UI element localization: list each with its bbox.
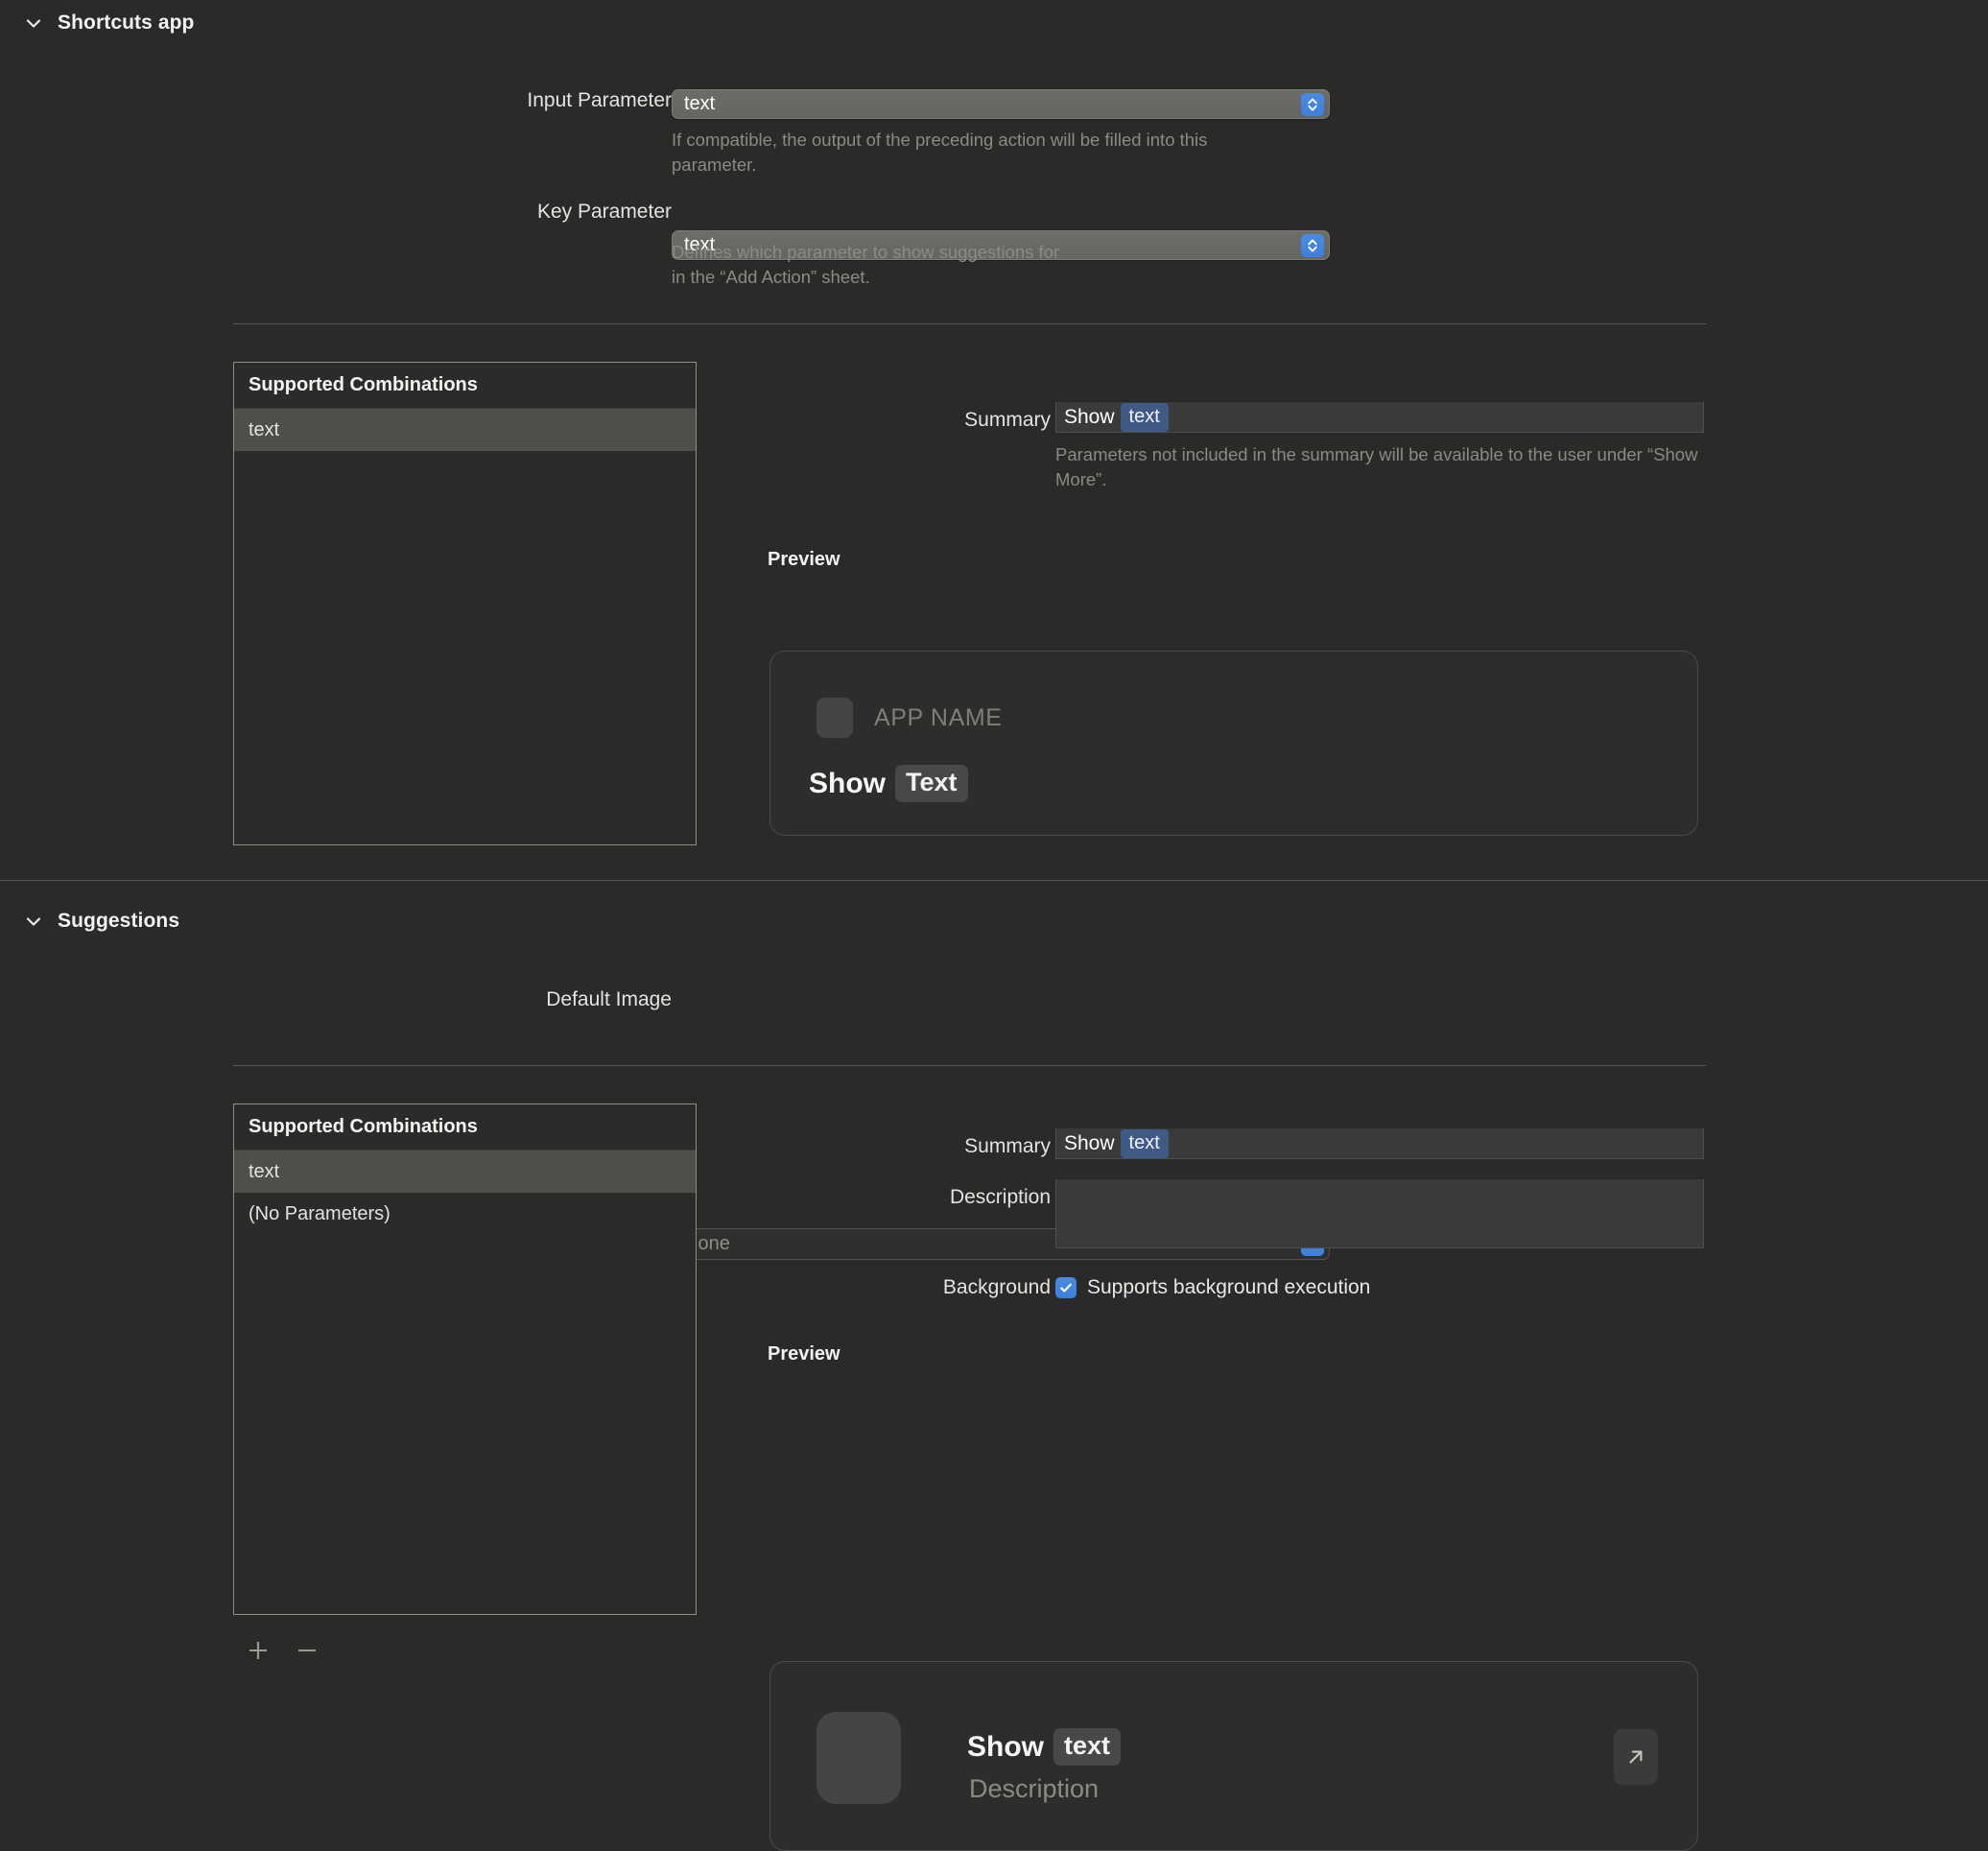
input-parameter-value: text [684,93,716,114]
summary-help-shortcuts: Parameters not included in the summary w… [1055,444,1698,489]
list-item[interactable]: text [234,1151,696,1193]
list-header: Supported Combinations [234,363,696,409]
preview-card-suggestions: Show text Description [769,1661,1698,1851]
preview-app-row: APP NAME [816,698,1003,738]
preview-action-token: text [1053,1728,1122,1766]
minus-icon[interactable] [295,1638,320,1663]
chevron-up-down-icon[interactable] [1301,92,1324,116]
summary-field-suggestions[interactable]: Show text [1055,1127,1704,1159]
chevron-down-icon[interactable] [23,911,44,932]
section-title: Shortcuts app [58,12,195,34]
divider-suggestions [233,1065,1706,1066]
key-parameter-help: Defines which parameter to show suggesti… [672,242,1060,287]
add-combination-button[interactable] [242,1634,274,1667]
summary-field-shortcuts[interactable]: Show text [1055,401,1704,433]
remove-combination-button[interactable] [291,1634,323,1667]
preview-card-shortcuts: APP NAME Show Text [769,651,1698,836]
section-header-suggestions[interactable]: Suggestions [23,910,179,933]
plus-icon[interactable] [246,1638,271,1663]
preview-action-token: Text [895,765,968,802]
arrow-up-right-icon [1629,1750,1643,1764]
app-icon-shape [816,1712,901,1804]
preview-title-suggestions: Preview [768,1343,840,1365]
preview-action-row: Show text [967,1728,1122,1766]
background-checkbox-row[interactable]: Supports background execution [1055,1276,1370,1299]
app-icon-placeholder [816,698,853,738]
description-field[interactable] [1055,1178,1704,1248]
list-item[interactable]: text [234,409,696,451]
checkmark-icon [1060,1283,1072,1293]
supported-combinations-list-shortcuts[interactable]: Supported Combinations text [233,362,697,845]
divider-shortcuts [233,323,1706,324]
default-image-label: Default Image [546,988,672,1010]
list-item[interactable]: (No Parameters) [234,1193,696,1235]
preview-app-name: APP NAME [874,703,1003,731]
section-title: Suggestions [58,910,180,932]
preview-action-prefix: Show [967,1730,1044,1763]
background-checkbox-label: Supports background execution [1087,1276,1371,1298]
summary-prefix: Show [1064,405,1115,428]
preview-description: Description [969,1774,1100,1803]
summary-prefix: Show [1064,1131,1115,1154]
key-parameter-label: Key Parameter [536,201,672,223]
input-parameter-help: If compatible, the output of the precedi… [672,130,1208,175]
list-header: Supported Combinations [234,1104,696,1151]
divider-sections [0,880,1988,881]
summary-token[interactable]: text [1120,402,1169,432]
preview-title-shortcuts: Preview [768,549,840,570]
input-parameter-popup[interactable]: text [672,89,1330,119]
preview-action-prefix: Show [809,767,886,799]
supported-combinations-list-suggestions[interactable]: Supported Combinations text (No Paramete… [233,1103,697,1615]
description-label: Description [949,1186,1051,1208]
preview-open-button[interactable] [1614,1729,1658,1785]
background-label: Background [942,1276,1051,1298]
chevron-down-icon[interactable] [23,12,44,34]
chevron-up-down-icon[interactable] [1301,233,1324,257]
section-header-shortcuts-app[interactable]: Shortcuts app [23,12,194,35]
summary-label-suggestions: Summary [964,1135,1051,1157]
summary-label-shortcuts: Summary [964,409,1051,431]
preview-action-row: Show Text [809,765,968,802]
background-checkbox[interactable] [1055,1277,1077,1298]
app-icon-placeholder [816,1712,901,1804]
input-parameter-label: Input Parameter [527,89,672,111]
summary-token[interactable]: text [1120,1128,1169,1158]
